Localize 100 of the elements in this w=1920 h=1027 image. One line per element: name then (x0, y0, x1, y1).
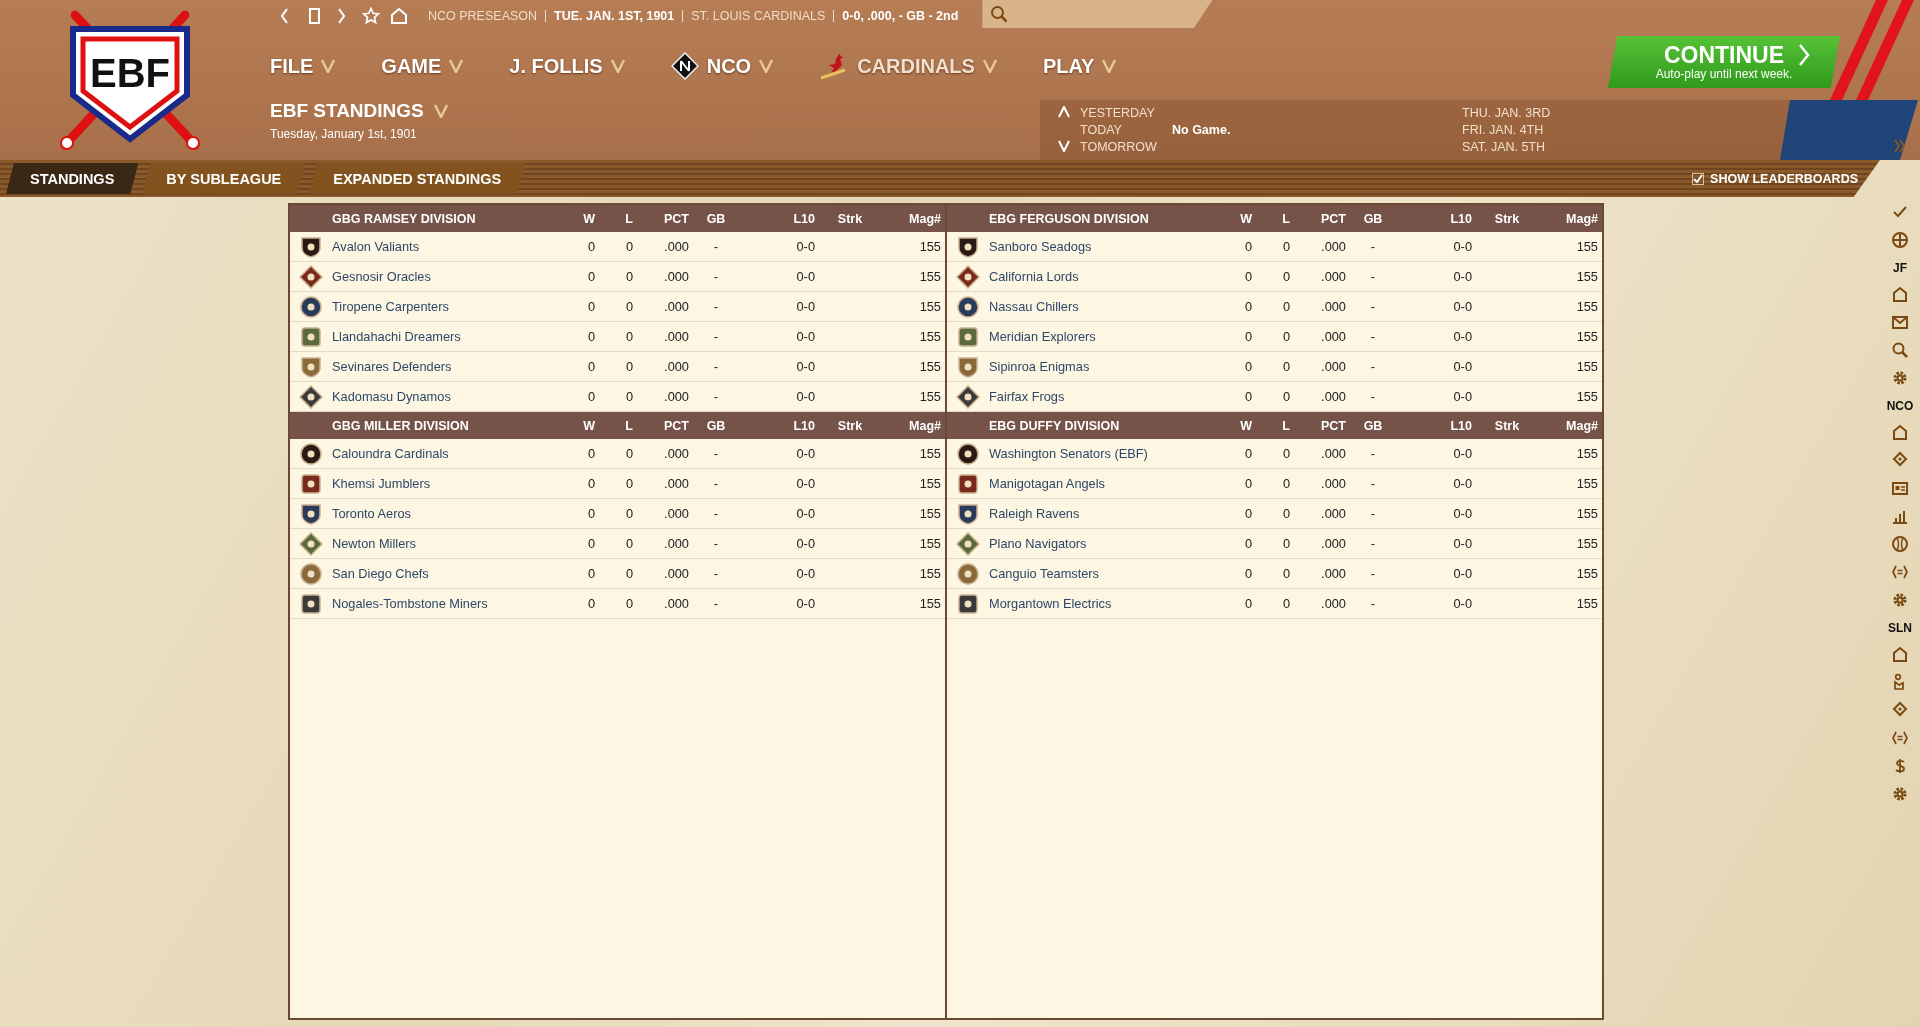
day-link[interactable]: TOMORROW (1080, 139, 1157, 154)
team-link[interactable]: Morgantown Electrics (989, 596, 1112, 611)
day-link[interactable]: TODAY (1080, 122, 1122, 137)
section-label: NCO (1886, 399, 1914, 413)
team-link[interactable]: Nassau Chillers (989, 299, 1079, 314)
column-header[interactable]: GB (1363, 211, 1383, 226)
search-field[interactable] (982, 0, 1213, 28)
table-cell: - (1370, 359, 1376, 374)
baseball-icon[interactable] (1891, 535, 1909, 553)
column-header[interactable]: GB (706, 211, 726, 226)
brackets-icon[interactable] (1891, 563, 1909, 581)
team-link[interactable]: Washington Senators (EBF) (989, 446, 1148, 461)
star-icon[interactable] (362, 7, 380, 25)
section-label: SLN (1888, 621, 1912, 635)
team-link[interactable]: Tiropene Carpenters (332, 299, 449, 314)
column-header[interactable]: L10 (1450, 211, 1472, 226)
column-header[interactable]: Strk (837, 211, 863, 226)
home-icon[interactable] (1891, 645, 1909, 663)
globe-icon[interactable] (1891, 231, 1909, 249)
column-header[interactable]: Strk (1494, 418, 1520, 433)
team-link[interactable]: Avalon Valiants (332, 239, 420, 254)
table-cell: 155 (1576, 299, 1598, 314)
table-cell: 0 (587, 476, 595, 491)
column-header[interactable]: Mag# (1566, 211, 1598, 226)
team-link[interactable]: Plano Navigators (989, 536, 1087, 551)
column-header[interactable]: L (1282, 418, 1290, 433)
brackets-icon[interactable] (1891, 729, 1909, 747)
table-cell: - (713, 389, 719, 404)
upcoming-date[interactable]: SAT. JAN. 5TH (1462, 139, 1546, 154)
menu-button[interactable]: NCO (670, 52, 774, 80)
column-header[interactable]: L10 (793, 211, 815, 226)
tab[interactable]: EXPANDED STANDINGS (309, 163, 526, 194)
column-header[interactable]: PCT (664, 418, 689, 433)
checkbox-label[interactable]: SHOW LEADERBOARDS (1710, 171, 1858, 186)
column-header[interactable]: L (625, 211, 633, 226)
column-header[interactable]: L (1282, 211, 1290, 226)
team-link[interactable]: Canguio Teamsters (989, 566, 1100, 581)
column-header[interactable]: Strk (837, 418, 863, 433)
team-link[interactable]: Fairfax Frogs (989, 389, 1065, 404)
checkbox[interactable] (1692, 172, 1705, 185)
day-link[interactable]: YESTERDAY (1080, 105, 1155, 120)
gear-icon[interactable] (1891, 591, 1909, 609)
search-icon[interactable] (1891, 341, 1909, 359)
team-link[interactable]: Khemsi Jumblers (332, 476, 431, 491)
column-header[interactable]: W (1240, 211, 1252, 226)
id-card-icon[interactable] (1891, 479, 1909, 497)
tab[interactable]: STANDINGS (6, 163, 139, 194)
gear-icon[interactable] (1891, 785, 1909, 803)
team-link[interactable]: California Lords (989, 269, 1079, 284)
column-header[interactable]: W (583, 418, 595, 433)
column-header[interactable]: W (1240, 418, 1252, 433)
team-link[interactable]: Meridian Explorers (989, 329, 1096, 344)
team-link[interactable]: Caloundra Cardinals (332, 446, 449, 461)
home-icon[interactable] (1891, 285, 1909, 303)
mail-icon[interactable] (1891, 313, 1909, 331)
menu-button[interactable]: FILE (270, 54, 336, 78)
home-icon[interactable] (390, 7, 408, 25)
column-header[interactable]: L10 (793, 418, 815, 433)
column-header[interactable]: W (583, 211, 595, 226)
tab[interactable]: BY SUBLEAGUE (142, 163, 306, 194)
upcoming-date[interactable]: FRI. JAN. 4TH (1462, 122, 1544, 137)
column-header[interactable]: Mag# (909, 418, 941, 433)
team-link[interactable]: Manigotagan Angels (989, 476, 1105, 491)
column-header[interactable]: PCT (1321, 418, 1346, 433)
menu-button[interactable]: J. FOLLIS (509, 54, 625, 78)
page-title-button[interactable]: EBF STANDINGS (270, 100, 448, 122)
team-link[interactable]: Gesnosir Oracles (332, 269, 431, 284)
table-cell: .000 (664, 536, 689, 551)
table-cell: 0 (587, 446, 595, 461)
team-link[interactable]: Sanboro Seadogs (989, 239, 1092, 254)
upcoming-date[interactable]: THU. JAN. 3RD (1462, 105, 1551, 120)
column-header[interactable]: GB (1363, 418, 1383, 433)
table-cell: - (713, 536, 719, 551)
gear-icon[interactable] (1891, 369, 1909, 387)
column-header[interactable]: L10 (1450, 418, 1472, 433)
team-link[interactable]: Toronto Aeros (332, 506, 411, 521)
column-header[interactable]: Mag# (909, 211, 941, 226)
menu-button[interactable]: PLAY (1042, 54, 1117, 78)
shield-icon (956, 234, 980, 259)
division-name: EBG DUFFY DIVISION (989, 418, 1121, 433)
team-link[interactable]: Llandahachi Dreamers (332, 329, 461, 344)
menu-button[interactable]: GAME (381, 54, 464, 78)
team-link[interactable]: Sevinares Defenders (332, 359, 452, 374)
team-link[interactable]: Nogales-Tombstone Miners (332, 596, 488, 611)
column-header[interactable]: Mag# (1566, 418, 1598, 433)
team-link[interactable]: Raleigh Ravens (989, 506, 1080, 521)
column-header[interactable]: GB (706, 418, 726, 433)
column-header[interactable]: Strk (1494, 211, 1520, 226)
table-cell: 0 (1282, 239, 1290, 254)
column-header[interactable]: PCT (664, 211, 689, 226)
table-cell: 0-0 (1453, 269, 1472, 284)
team-link[interactable]: Newton Millers (332, 536, 416, 551)
pin-icon[interactable] (1891, 701, 1909, 719)
team-link[interactable]: San Diego Chefs (332, 566, 429, 581)
pin-icon[interactable] (1891, 451, 1909, 469)
column-header[interactable]: L (625, 418, 633, 433)
home-icon[interactable] (1891, 423, 1909, 441)
team-link[interactable]: Sipinroa Enigmas (989, 359, 1090, 374)
team-link[interactable]: Kadomasu Dynamos (332, 389, 451, 404)
column-header[interactable]: PCT (1321, 211, 1346, 226)
